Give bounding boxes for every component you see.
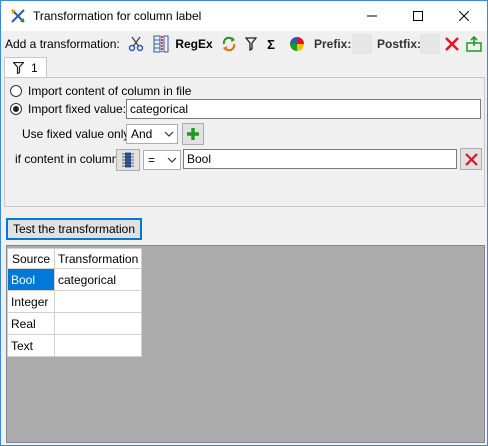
- source-cell[interactable]: Text: [7, 334, 55, 357]
- column-header-transformation[interactable]: Transformation: [53, 248, 143, 269]
- sum-icon: Σ: [267, 36, 275, 52]
- delete-transformation-button[interactable]: [442, 34, 462, 54]
- column-header-source[interactable]: Source: [7, 248, 55, 269]
- import-fixed-radio[interactable]: [10, 103, 22, 115]
- maximize-icon: [413, 11, 423, 21]
- table-row[interactable]: Text: [7, 334, 143, 357]
- prefix-input[interactable]: [352, 34, 372, 54]
- regex-label: RegEx: [175, 37, 213, 51]
- regex-button[interactable]: RegEx: [175, 34, 213, 54]
- result-grid: Source Transformation Bool categorical I…: [6, 245, 485, 443]
- cut-transformation-button[interactable]: [126, 34, 146, 54]
- logic-operator-value: And: [131, 127, 153, 141]
- sum-transformation-button[interactable]: Σ: [263, 34, 279, 54]
- window-title: Transformation for column label: [33, 9, 202, 23]
- close-button[interactable]: [441, 1, 487, 31]
- source-cell[interactable]: Real: [7, 312, 55, 335]
- scissors-icon: [128, 36, 144, 52]
- replace-icon: [222, 36, 236, 52]
- test-transformation-button[interactable]: Test the transformation: [6, 218, 142, 240]
- postfix-label: Postfix:: [377, 37, 422, 51]
- condition-operator-select[interactable]: =: [143, 150, 181, 170]
- split-icon: [153, 35, 169, 53]
- replace-transformation-button[interactable]: [219, 34, 239, 54]
- transformation-tabstrip: 1: [1, 57, 487, 78]
- export-transformation-button[interactable]: [464, 34, 484, 54]
- use-fixed-only-label: Use fixed value only: [22, 127, 130, 141]
- prefix-label: Prefix:: [314, 37, 352, 51]
- minimize-icon: [367, 15, 377, 17]
- source-cell[interactable]: Integer: [7, 290, 55, 313]
- remove-condition-button[interactable]: [460, 148, 482, 170]
- maximize-button[interactable]: [395, 1, 441, 31]
- close-icon: [459, 11, 469, 21]
- title-bar: Transformation for column label: [1, 1, 487, 31]
- add-transformation-label: Add a transformation:: [5, 37, 120, 51]
- tab-1[interactable]: 1: [4, 57, 47, 78]
- import-content-radio[interactable]: [10, 85, 22, 97]
- column-icon: [122, 152, 134, 168]
- table-row[interactable]: Integer: [7, 290, 143, 313]
- table-header-row: Source Transformation: [7, 248, 143, 269]
- delete-icon: [464, 152, 478, 166]
- filter-icon: [245, 37, 257, 51]
- transformation-cell[interactable]: [53, 334, 143, 357]
- test-button-label: Test the transformation: [12, 222, 136, 236]
- transformation-window: Transformation for column label Add a tr…: [0, 0, 488, 446]
- chevron-down-icon: [164, 131, 174, 137]
- table-row[interactable]: Bool categorical: [7, 268, 143, 291]
- import-fixed-label: Import fixed value:: [28, 102, 127, 116]
- table-row[interactable]: Real: [7, 312, 143, 335]
- transformation-cell[interactable]: [53, 312, 143, 335]
- column-picker-button[interactable]: [116, 149, 140, 171]
- transformation-cell[interactable]: [53, 290, 143, 313]
- add-condition-button[interactable]: [182, 123, 204, 145]
- color-icon: [290, 37, 304, 51]
- postfix-input[interactable]: [420, 34, 440, 54]
- filter-icon: [13, 62, 24, 74]
- logic-operator-select[interactable]: And: [126, 124, 178, 144]
- plus-icon: [187, 128, 199, 140]
- condition-value-input[interactable]: Bool: [183, 149, 457, 169]
- export-icon: [466, 36, 482, 52]
- tab-label: 1: [31, 61, 38, 75]
- import-content-label: Import content of column in file: [28, 84, 192, 98]
- condition-label: if content in column: [15, 152, 119, 166]
- filter-transformation-button[interactable]: [243, 34, 259, 54]
- fixed-value-input[interactable]: categorical: [126, 99, 481, 119]
- transform-app-icon: [11, 9, 25, 23]
- split-transformation-button[interactable]: [151, 34, 171, 54]
- color-transformation-button[interactable]: [287, 34, 307, 54]
- transformation-toolbar: Add a transformation: RegEx Σ Prefix: Po…: [1, 31, 487, 57]
- result-table: Source Transformation Bool categorical I…: [7, 248, 143, 357]
- chevron-down-icon: [167, 157, 177, 163]
- minimize-button[interactable]: [349, 1, 395, 31]
- transformation-panel: Import content of column in file Import …: [4, 77, 485, 207]
- condition-operator-value: =: [148, 153, 156, 167]
- source-cell[interactable]: Bool: [7, 268, 55, 291]
- delete-icon: [445, 37, 459, 51]
- transformation-cell[interactable]: categorical: [53, 268, 143, 291]
